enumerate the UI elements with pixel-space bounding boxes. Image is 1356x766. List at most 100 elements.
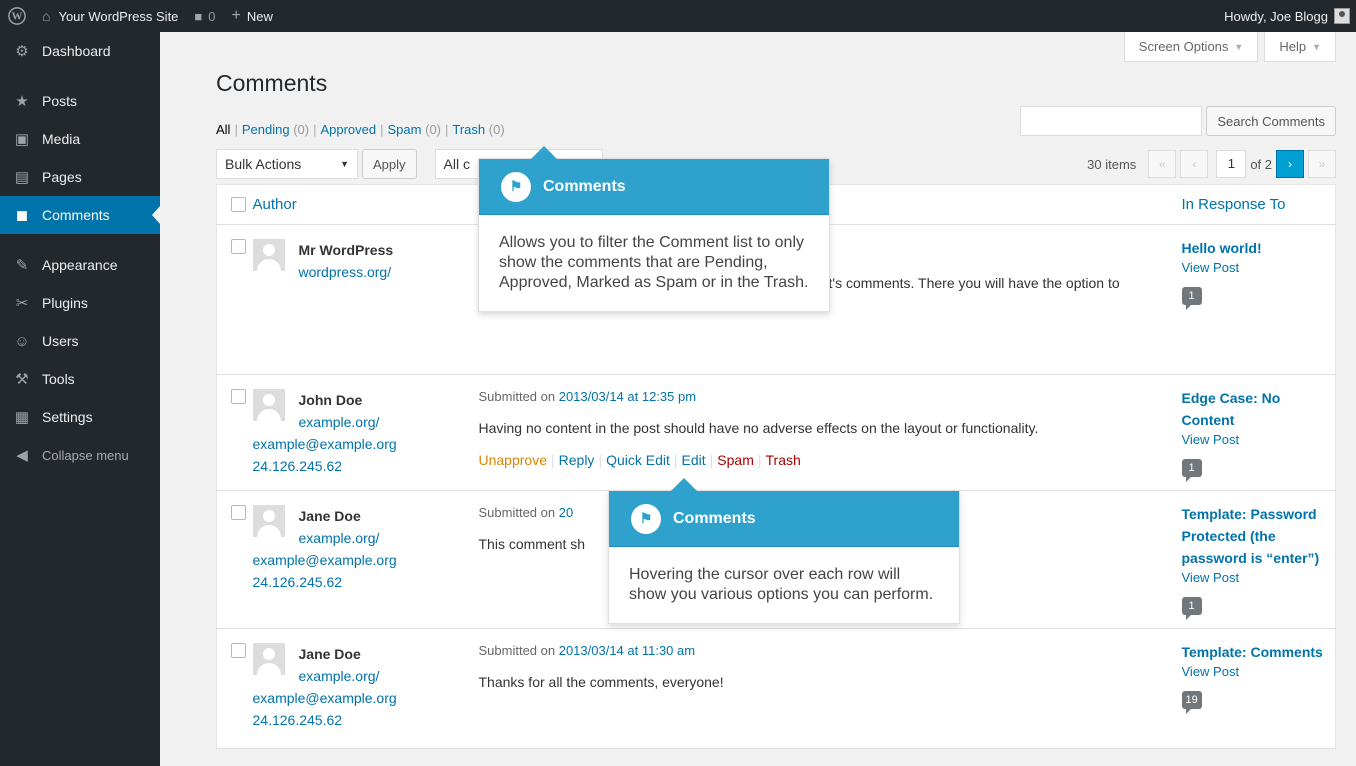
current-page-input[interactable]: 1	[1216, 150, 1247, 178]
brush-icon: ✎	[15, 257, 29, 274]
author-cell: Mr WordPress wordpress.org/	[252, 224, 479, 375]
select-all-checkbox[interactable]	[231, 197, 246, 212]
row-checkbox[interactable]	[231, 389, 246, 404]
screen-options-button[interactable]: Screen Options ▼	[1123, 32, 1259, 62]
view-post-link[interactable]: View Post	[1182, 569, 1336, 587]
apply-button[interactable]: Apply	[362, 149, 417, 179]
filter-trash[interactable]: Trash	[452, 122, 485, 137]
post-title-link[interactable]: Hello world!	[1182, 237, 1336, 259]
author-ip-link[interactable]: 24.126.245.62	[253, 455, 479, 477]
new-content-link[interactable]: + New	[224, 0, 281, 32]
sidebar-item-settings[interactable]: ▦ Settings	[0, 398, 160, 436]
comment-count-badge[interactable]: 1	[1181, 459, 1202, 482]
pointer-content: Hovering the cursor over each row will s…	[629, 566, 934, 603]
flag-icon: ⚑	[501, 171, 531, 202]
view-post-link[interactable]: View Post	[1182, 663, 1336, 681]
response-column-header[interactable]: In Response To	[1175, 184, 1336, 225]
select-all-cell	[216, 184, 253, 225]
trash-link[interactable]: Trash	[766, 452, 801, 468]
comment-date-link[interactable]: 2013/03/14 at 11:30 am	[559, 643, 695, 658]
comments-link[interactable]: ■ 0	[186, 0, 223, 32]
filter-spam[interactable]: Spam	[388, 122, 422, 137]
author-email-link[interactable]: example@example.org	[253, 433, 479, 455]
row-checkbox[interactable]	[231, 505, 246, 520]
sidebar-item-dashboard[interactable]: ⚙ Dashboard	[0, 32, 160, 70]
view-post-link[interactable]: View Post	[1182, 431, 1336, 449]
search-comments-button[interactable]: Search Comments	[1206, 106, 1336, 136]
response-cell: Template: Comments View Post 19	[1175, 628, 1336, 749]
prev-page-button[interactable]: ‹	[1180, 150, 1209, 178]
spam-link[interactable]: Spam	[717, 452, 754, 468]
author-column-header[interactable]: Author	[252, 184, 479, 225]
author-ip-link[interactable]: 24.126.245.62	[253, 709, 479, 731]
sidebar-item-label: Posts	[42, 93, 78, 109]
last-page-button[interactable]: »	[1308, 150, 1336, 178]
my-account-link[interactable]: Howdy, Joe Blogg	[1216, 0, 1356, 32]
table-row[interactable]: John Doe example.org/example@example.org 2…	[216, 374, 1336, 491]
spam-count: (0)	[425, 122, 441, 137]
sidebar-item-users[interactable]: ☺ Users	[0, 322, 160, 360]
comment-count-badge[interactable]: 1	[1181, 287, 1202, 310]
bulk-actions-select[interactable]: Bulk Actions ▼	[216, 149, 358, 179]
author-cell: Jane Doe example.org/example@example.org 2…	[252, 628, 479, 749]
quick-edit-link[interactable]: Quick Edit	[606, 452, 670, 468]
home-icon: ⌂	[42, 8, 51, 24]
author-email-link[interactable]: example@example.org	[253, 687, 479, 709]
view-post-link[interactable]: View Post	[1182, 259, 1336, 277]
comment-count-badge[interactable]: 1	[1181, 597, 1202, 620]
comment-date-link[interactable]: 2013/03/14 at 12:35 pm	[559, 389, 696, 404]
pointer-header: ⚑ Comments	[479, 159, 829, 215]
table-row[interactable]: Jane Doe example.org/example@example.org 2…	[216, 628, 1336, 749]
avatar	[252, 643, 285, 675]
author-ip-link[interactable]: 24.126.245.62	[253, 571, 479, 593]
sidebar-item-media[interactable]: ▣ Media	[0, 120, 160, 158]
edit-link[interactable]: Edit	[682, 452, 706, 468]
sidebar-item-label: Pages	[42, 169, 82, 185]
search-input[interactable]	[1020, 106, 1203, 136]
bulk-actions-label: Bulk Actions	[225, 156, 302, 172]
select-arrow-icon: ▼	[340, 159, 349, 169]
collapse-menu-button[interactable]: ◀ Collapse menu	[0, 436, 160, 474]
submitted-on: Submitted on 2013/03/14 at 11:30 am	[479, 643, 1156, 658]
first-page-button[interactable]: «	[1148, 150, 1177, 178]
help-button[interactable]: Help ▼	[1264, 32, 1336, 62]
sidebar-item-posts[interactable]: ★ Posts	[0, 82, 160, 120]
row-checkbox[interactable]	[231, 643, 246, 658]
site-name-link[interactable]: ⌂ Your WordPress Site	[34, 0, 186, 32]
site-name-label: Your WordPress Site	[58, 8, 179, 24]
sidebar-item-plugins[interactable]: ✂ Plugins	[0, 284, 160, 322]
sidebar-item-tools[interactable]: ⚒ Tools	[0, 360, 160, 398]
sidebar-item-appearance[interactable]: ✎ Appearance	[0, 246, 160, 284]
row-checkbox[interactable]	[231, 239, 246, 254]
author-url-link[interactable]: wordpress.org/	[253, 261, 479, 283]
author-url-link[interactable]: example.org/	[253, 411, 479, 433]
comment-date-link[interactable]: 20	[559, 505, 573, 520]
next-page-button[interactable]: ›	[1276, 150, 1304, 178]
unapprove-link[interactable]: Unapprove	[479, 452, 548, 468]
post-title-link[interactable]: Template: Comments	[1182, 641, 1336, 663]
screen-meta-links: Screen Options ▼ Help ▼	[1118, 32, 1336, 62]
wrench-icon: ⚒	[15, 371, 29, 388]
post-title-link[interactable]: Edge Case: No Content	[1182, 387, 1336, 431]
wordpress-logo-icon[interactable]: W	[0, 0, 34, 32]
filter-pending[interactable]: Pending	[242, 122, 290, 137]
author-url-link[interactable]: example.org/	[253, 527, 479, 549]
author-email-link[interactable]: example@example.org	[253, 549, 479, 571]
post-title-link[interactable]: Template: Password Protected (the passwo…	[1182, 503, 1336, 569]
sidebar-item-comments[interactable]: ◼ Comments	[0, 196, 160, 234]
plugin-icon: ✂	[15, 295, 29, 312]
search-box: Search Comments	[1020, 106, 1336, 136]
comment-count-badge[interactable]: 19	[1181, 691, 1202, 714]
filter-approved[interactable]: Approved	[320, 122, 376, 137]
reply-link[interactable]: Reply	[559, 452, 595, 468]
flag-icon: ⚑	[631, 503, 661, 534]
comments-count: 0	[208, 8, 216, 24]
row-actions: Unapprove | Reply | Quick Edit | Edit | Spam | Tra…	[478, 452, 801, 468]
filter-all[interactable]: All	[216, 122, 230, 137]
sidebar-item-label: Settings	[42, 409, 93, 425]
sidebar-item-pages[interactable]: ▤ Pages	[0, 158, 160, 196]
author-url-link[interactable]: example.org/	[253, 665, 479, 687]
sidebar-item-label: Users	[42, 333, 79, 349]
avatar	[1334, 8, 1350, 24]
help-label: Help	[1279, 39, 1307, 54]
